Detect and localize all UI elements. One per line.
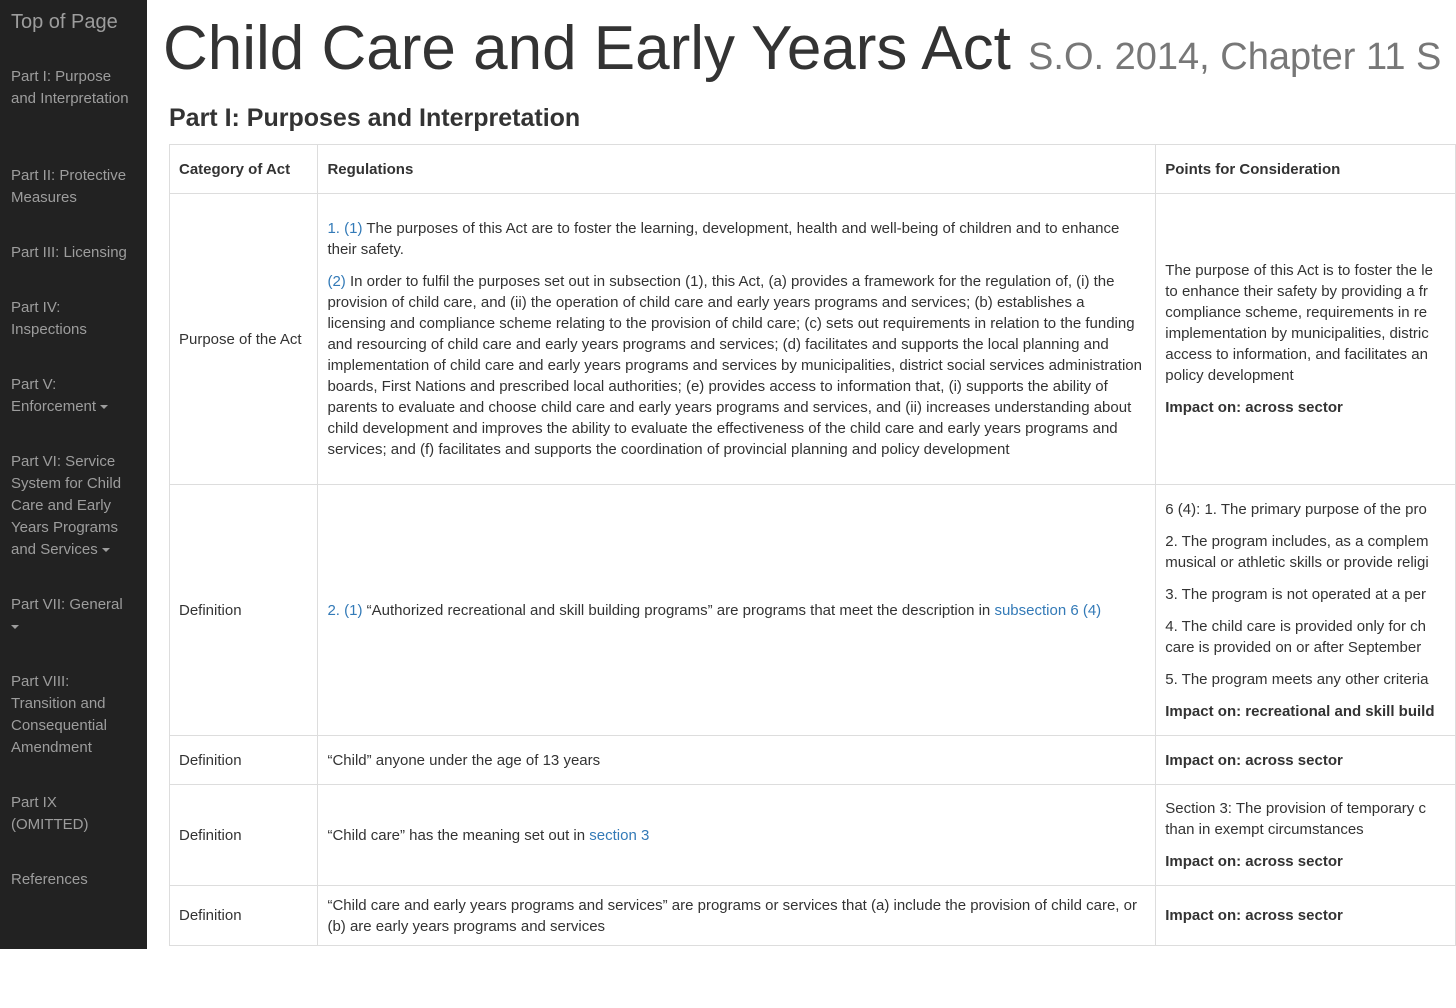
- main-content: Child Care and Early Years Act S.O. 2014…: [147, 0, 1456, 1008]
- page-title: Child Care and Early Years Act S.O. 2014…: [163, 14, 1442, 83]
- sidebar-item-part-2[interactable]: Part II: Protective Measures: [11, 165, 137, 209]
- table-row: Definition 2. (1) “Authorized recreation…: [168, 484, 1456, 736]
- category-cell: Purpose of the Act: [168, 193, 319, 485]
- sidebar-item-part-3[interactable]: Part III: Licensing: [11, 242, 137, 264]
- regulations-table: Category of Act Regulations Points for C…: [168, 144, 1456, 946]
- sidebar-item-part-7[interactable]: Part VII: General: [11, 594, 137, 638]
- category-cell: Definition: [168, 784, 319, 886]
- table-row: Definition “Child care” has the meaning …: [168, 784, 1456, 886]
- subsection-link[interactable]: (2): [327, 273, 345, 290]
- regulation-cell: “Child care” has the meaning set out in …: [317, 784, 1157, 886]
- section-link[interactable]: 2. (1): [327, 602, 362, 619]
- table-row: Definition “Child” anyone under the age …: [168, 735, 1456, 785]
- caret-down-icon: [101, 548, 110, 553]
- top-of-page-link[interactable]: Top of Page: [0, 0, 147, 34]
- points-cell: Section 3: The provision of temporary ct…: [1155, 784, 1456, 886]
- caret-down-icon: [100, 405, 109, 410]
- table-row: Definition “Child care and early years p…: [168, 885, 1456, 946]
- regulation-cell: “Child care and early years programs and…: [317, 885, 1157, 946]
- sidebar-item-part-4[interactable]: Part IV: Inspections: [11, 297, 137, 341]
- section-title: Part I: Purposes and Interpretation: [169, 104, 581, 132]
- table-row: Purpose of the Act 1. (1) The purposes o…: [168, 193, 1456, 485]
- points-cell: Impact on: across sector: [1155, 885, 1456, 946]
- caret-down-icon: [11, 625, 19, 630]
- column-header-regulations: Regulations: [317, 144, 1157, 194]
- sidebar-item-part-6[interactable]: Part VI: Service System for Child Care a…: [11, 451, 137, 561]
- sidebar-item-part-8[interactable]: Part VIII: Transition and Consequential …: [11, 671, 137, 759]
- sidebar-item-part-1[interactable]: Part I: Purpose and Interpretation: [11, 66, 137, 110]
- sidebar-nav: Top of Page Part I: Purpose and Interpre…: [0, 0, 147, 949]
- points-cell: Impact on: across sector: [1155, 735, 1456, 785]
- subsection-link[interactable]: subsection 6 (4): [994, 602, 1101, 619]
- impact-note: Impact on: across sector: [1165, 751, 1343, 769]
- category-cell: Definition: [168, 484, 319, 736]
- viewport-bottom-area: [0, 949, 1456, 1008]
- points-cell: 6 (4): 1. The primary purpose of the pro…: [1155, 484, 1456, 736]
- regulation-cell: “Child” anyone under the age of 13 years: [317, 735, 1157, 785]
- sidebar-item-part-5[interactable]: Part V: Enforcement: [11, 374, 137, 418]
- impact-note: Impact on: across sector: [1165, 853, 1343, 870]
- regulation-cell: 2. (1) “Authorized recreational and skil…: [317, 484, 1157, 736]
- table-header-row: Category of Act Regulations Points for C…: [168, 144, 1456, 194]
- section-link[interactable]: section 3: [589, 827, 649, 844]
- page-subtitle: S.O. 2014, Chapter 11 S: [1028, 36, 1442, 78]
- regulation-cell: 1. (1) The purposes of this Act are to f…: [317, 193, 1157, 485]
- section-link[interactable]: 1. (1): [327, 220, 362, 237]
- impact-note: Impact on: recreational and skill build: [1165, 702, 1435, 720]
- category-cell: Definition: [168, 885, 319, 946]
- column-header-category: Category of Act: [168, 144, 319, 194]
- column-header-points: Points for Consideration: [1155, 144, 1456, 194]
- impact-note: Impact on: across sector: [1165, 399, 1343, 416]
- sidebar-item-references[interactable]: References: [11, 869, 137, 891]
- points-cell: The purpose of this Act is to foster the…: [1155, 193, 1456, 485]
- sidebar-item-part-9[interactable]: Part IX (OMITTED): [11, 792, 137, 836]
- category-cell: Definition: [168, 735, 319, 785]
- impact-note: Impact on: across sector: [1165, 907, 1343, 924]
